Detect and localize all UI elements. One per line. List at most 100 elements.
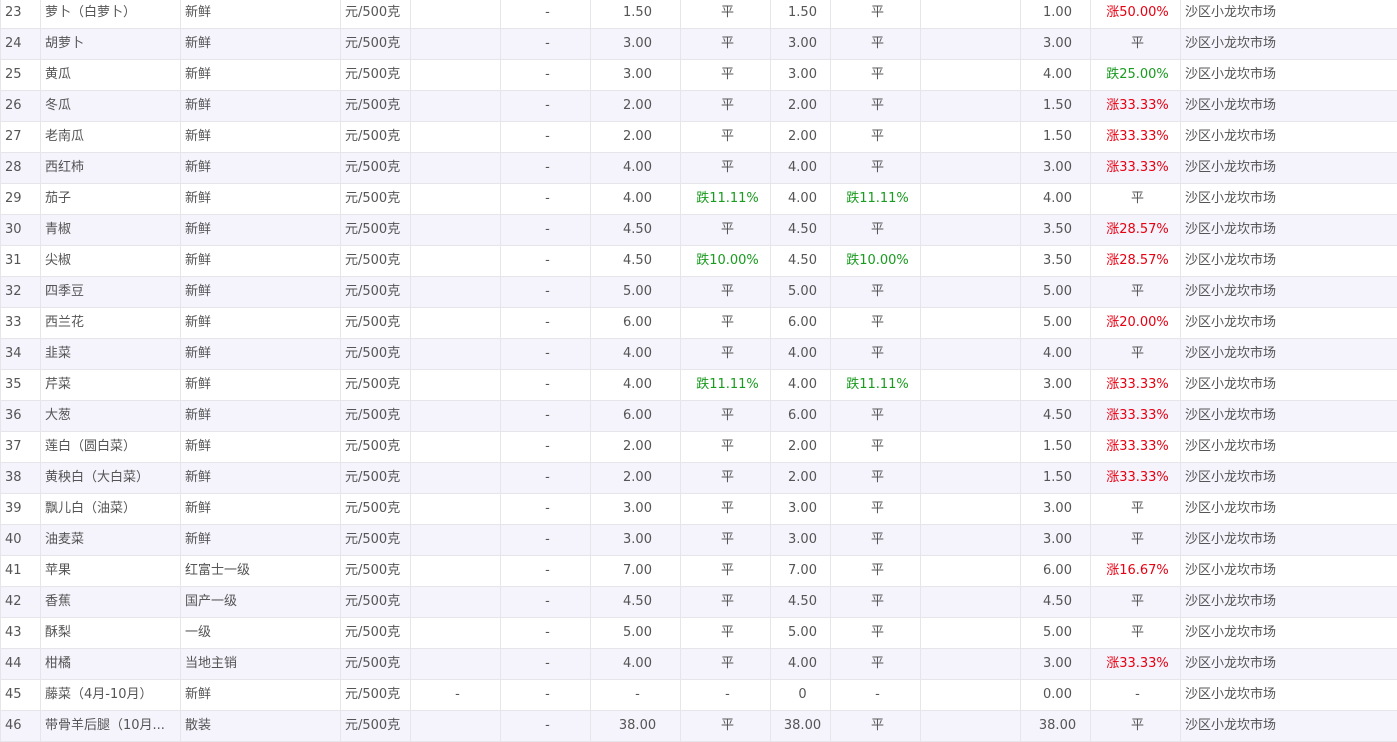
- unit-cell: 元/500克: [341, 711, 411, 742]
- price-cell: 4.00: [591, 339, 681, 370]
- row-number-cell: 35: [1, 370, 41, 401]
- unit-cell: 元/500克: [341, 29, 411, 60]
- price-cell: 5.00: [771, 277, 831, 308]
- empty-cell: [921, 370, 1021, 401]
- market-cell: 沙区小龙坎市场: [1181, 587, 1397, 618]
- market-cell: 沙区小龙坎市场: [1181, 215, 1397, 246]
- change-cell: 平: [681, 122, 771, 153]
- price-cell: 2.00: [591, 122, 681, 153]
- price-cell: 4.00: [591, 370, 681, 401]
- empty-cell: [921, 153, 1021, 184]
- row-number-cell: 23: [1, 0, 41, 29]
- table-row: 30青椒新鲜元/500克-4.50平4.50平3.50涨28.57%沙区小龙坎市…: [1, 215, 1397, 246]
- change-cell: 平: [831, 153, 921, 184]
- product-name-cell: 带骨羊后腿（10月...: [41, 711, 181, 742]
- change-cell: 平: [1091, 587, 1181, 618]
- unit-cell: 元/500克: [341, 60, 411, 91]
- market-cell: 沙区小龙坎市场: [1181, 0, 1397, 29]
- table-row: 41苹果红富士一级元/500克-7.00平7.00平6.00涨16.67%沙区小…: [1, 556, 1397, 587]
- price-cell: 4.50: [591, 215, 681, 246]
- price-cell: 2.00: [771, 91, 831, 122]
- change-cell: 平: [831, 618, 921, 649]
- product-name-cell: 韭菜: [41, 339, 181, 370]
- table-row: 42香蕉国产一级元/500克-4.50平4.50平4.50平沙区小龙坎市场: [1, 587, 1397, 618]
- price-cell: 3.00: [771, 494, 831, 525]
- price-cell: 4.50: [591, 587, 681, 618]
- product-name-cell: 油麦菜: [41, 525, 181, 556]
- spec-cell: 新鲜: [181, 525, 341, 556]
- empty-cell: [411, 618, 501, 649]
- price-cell: 4.00: [771, 649, 831, 680]
- unit-cell: 元/500克: [341, 215, 411, 246]
- price-cell: 7.00: [771, 556, 831, 587]
- spec-cell: 新鲜: [181, 122, 341, 153]
- table-row: 34韭菜新鲜元/500克-4.00平4.00平4.00平沙区小龙坎市场: [1, 339, 1397, 370]
- table-row: 33西兰花新鲜元/500克-6.00平6.00平5.00涨20.00%沙区小龙坎…: [1, 308, 1397, 339]
- price-cell: 3.00: [1021, 29, 1091, 60]
- change-cell: 涨33.33%: [1091, 649, 1181, 680]
- spec-cell: 新鲜: [181, 463, 341, 494]
- price-cell: 3.00: [1021, 153, 1091, 184]
- product-name-cell: 芹菜: [41, 370, 181, 401]
- unit-cell: 元/500克: [341, 494, 411, 525]
- price-cell: 38.00: [1021, 711, 1091, 742]
- price-cell: 3.50: [1021, 246, 1091, 277]
- change-cell: 平: [681, 153, 771, 184]
- empty-cell: [921, 401, 1021, 432]
- empty-cell: [921, 525, 1021, 556]
- table-row: 24胡萝卜新鲜元/500克-3.00平3.00平3.00平沙区小龙坎市场: [1, 29, 1397, 60]
- price-cell: 0.00: [1021, 680, 1091, 711]
- price-cell: 6.00: [771, 401, 831, 432]
- row-number-cell: 27: [1, 122, 41, 153]
- change-cell: 平: [681, 525, 771, 556]
- row-number-cell: 31: [1, 246, 41, 277]
- row-number-cell: 28: [1, 153, 41, 184]
- change-cell: 平: [681, 649, 771, 680]
- placeholder-cell: -: [501, 649, 591, 680]
- change-cell: 平: [681, 494, 771, 525]
- row-number-cell: 39: [1, 494, 41, 525]
- empty-cell: -: [411, 680, 501, 711]
- change-cell: 平: [1091, 494, 1181, 525]
- change-cell: 平: [831, 277, 921, 308]
- placeholder-cell: -: [501, 0, 591, 29]
- price-cell: 4.00: [1021, 339, 1091, 370]
- row-number-cell: 44: [1, 649, 41, 680]
- table-row: 35芹菜新鲜元/500克-4.00跌11.11%4.00跌11.11%3.00涨…: [1, 370, 1397, 401]
- product-name-cell: 萝卜（白萝卜）: [41, 0, 181, 29]
- price-cell: 4.50: [771, 246, 831, 277]
- product-name-cell: 青椒: [41, 215, 181, 246]
- spec-cell: 新鲜: [181, 153, 341, 184]
- spec-cell: 新鲜: [181, 60, 341, 91]
- change-cell: 平: [831, 0, 921, 29]
- empty-cell: [411, 370, 501, 401]
- price-cell: 4.00: [591, 153, 681, 184]
- spec-cell: 新鲜: [181, 91, 341, 122]
- change-cell: 平: [831, 215, 921, 246]
- change-cell: 跌11.11%: [831, 184, 921, 215]
- unit-cell: 元/500克: [341, 246, 411, 277]
- unit-cell: 元/500克: [341, 122, 411, 153]
- spec-cell: 新鲜: [181, 308, 341, 339]
- price-cell: 38.00: [591, 711, 681, 742]
- change-cell: 涨28.57%: [1091, 246, 1181, 277]
- row-number-cell: 26: [1, 91, 41, 122]
- spec-cell: 红富士一级: [181, 556, 341, 587]
- price-cell: 6.00: [591, 401, 681, 432]
- unit-cell: 元/500克: [341, 525, 411, 556]
- placeholder-cell: -: [501, 91, 591, 122]
- spec-cell: 新鲜: [181, 432, 341, 463]
- price-cell: 4.50: [771, 215, 831, 246]
- product-name-cell: 西兰花: [41, 308, 181, 339]
- market-cell: 沙区小龙坎市场: [1181, 122, 1397, 153]
- price-cell: 6.00: [771, 308, 831, 339]
- market-cell: 沙区小龙坎市场: [1181, 370, 1397, 401]
- market-cell: 沙区小龙坎市场: [1181, 153, 1397, 184]
- market-cell: 沙区小龙坎市场: [1181, 494, 1397, 525]
- market-cell: 沙区小龙坎市场: [1181, 711, 1397, 742]
- change-cell: 平: [681, 587, 771, 618]
- price-table: 23萝卜（白萝卜）新鲜元/500克-1.50平1.50平1.00涨50.00%沙…: [0, 0, 1397, 742]
- price-cell: 4.50: [591, 246, 681, 277]
- placeholder-cell: -: [501, 277, 591, 308]
- empty-cell: [411, 711, 501, 742]
